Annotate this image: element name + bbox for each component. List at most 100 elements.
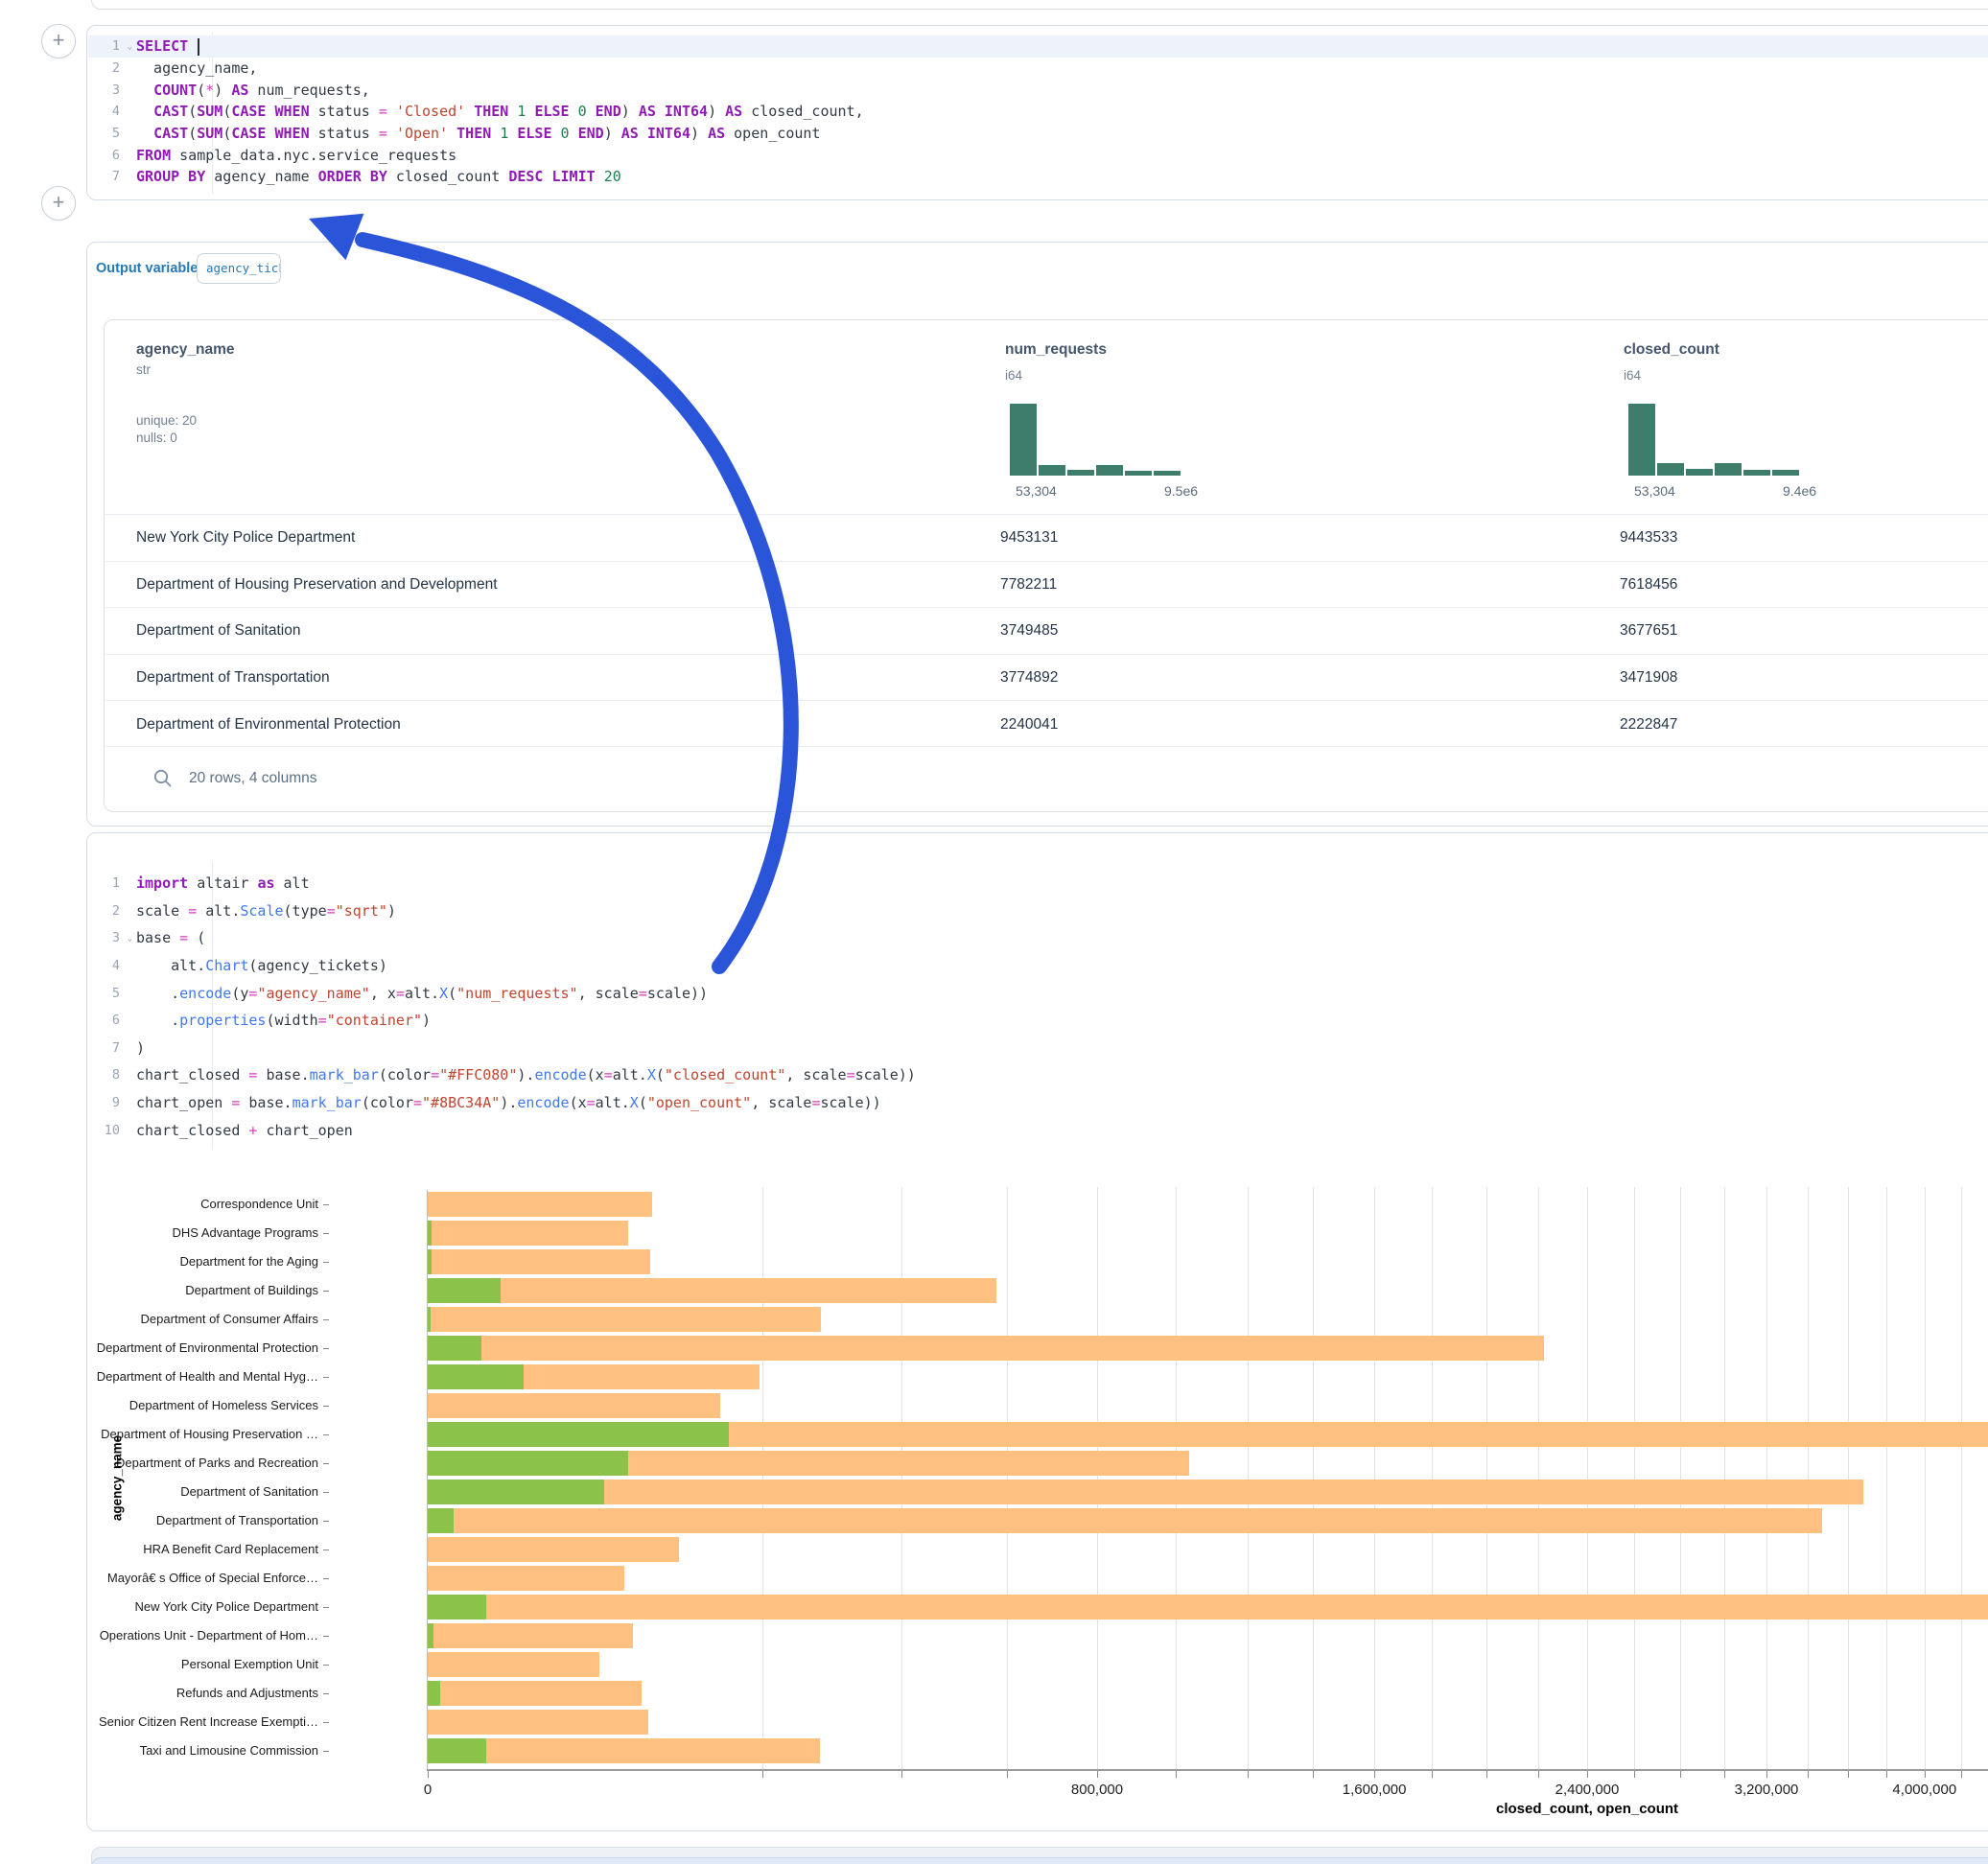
y-axis-domain-line: [427, 1190, 428, 1769]
bar-open-count: [428, 1278, 501, 1303]
x-axis-label: 0: [424, 1782, 432, 1798]
column-type: str: [136, 362, 235, 377]
table-row[interactable]: Department of Transportation377489234719…: [105, 654, 1988, 702]
y-axis-label: Senior Citizen Rent Increase Exempti…: [88, 1714, 318, 1729]
histogram-max-label: 9.4e6: [1783, 483, 1816, 499]
table-cell: 9453131: [1000, 529, 1058, 547]
code-line[interactable]: 2 agency_name,: [87, 58, 1988, 80]
sql-code-editor[interactable]: 1⌄SELECT 2 agency_name,3 COUNT(*) AS num…: [87, 35, 1988, 188]
table-cell: 3774892: [1000, 669, 1058, 687]
bar-open-count: [428, 1595, 486, 1619]
bar-open-count: [428, 1364, 524, 1389]
bar-closed-count: [428, 1508, 1822, 1533]
code-line[interactable]: 2scale = alt.Scale(type="sqrt"): [87, 897, 1988, 925]
bar-closed-count: [428, 1710, 648, 1735]
bar-closed-count: [428, 1652, 599, 1677]
y-axis-label: Department of Consumer Affairs: [88, 1312, 318, 1326]
code-text: agency_name,: [126, 59, 257, 77]
column-header-agency-name[interactable]: agency_name str unique: 20 nulls: 0: [136, 341, 235, 445]
search-icon[interactable]: [152, 768, 174, 789]
code-line[interactable]: 10chart_closed + chart_open: [87, 1116, 1988, 1144]
code-line[interactable]: 5 .encode(y="agency_name", x=alt.X("num_…: [87, 979, 1988, 1007]
bar-open-count: [428, 1221, 432, 1246]
fold-chevron-icon[interactable]: ⌄: [128, 42, 132, 52]
table-cell: New York City Police Department: [136, 529, 355, 547]
code-line[interactable]: 4 CAST(SUM(CASE WHEN status = 'Closed' T…: [87, 101, 1988, 123]
x-axis-label: 2,400,000: [1555, 1782, 1620, 1798]
code-text: alt.Chart(agency_tickets): [126, 957, 387, 974]
line-number: 4: [87, 104, 126, 119]
histogram-min-label: 53,304: [1016, 483, 1057, 499]
line-number: 3: [87, 82, 126, 98]
bar-closed-count: [428, 1595, 1988, 1619]
code-line[interactable]: 5 CAST(SUM(CASE WHEN status = 'Open' THE…: [87, 123, 1988, 145]
line-number: 3⌄: [87, 930, 126, 945]
fold-chevron-icon[interactable]: ⌄: [128, 934, 132, 944]
column-stat-nulls: nulls: 0: [136, 431, 235, 445]
bar-open-count: [428, 1508, 454, 1533]
line-number: 1: [87, 875, 126, 891]
code-text: SELECT: [126, 37, 199, 56]
add-cell-button[interactable]: +: [41, 24, 76, 58]
output-variable-value: agency_tickets: [198, 254, 281, 275]
output-variable-pill[interactable]: agency_tickets: [197, 253, 281, 284]
line-number: 1⌄: [87, 38, 126, 54]
code-text: .properties(width="container"): [126, 1012, 431, 1029]
bar-closed-count: [428, 1738, 820, 1763]
notebook-page: + + 1⌄SELECT 2 agency_name,3 COUNT(*) AS…: [0, 0, 1988, 1864]
table-footer: 20 rows, 4 columns: [105, 746, 1988, 811]
table-row[interactable]: New York City Police Department945313194…: [105, 514, 1988, 562]
bar-closed-count: [428, 1221, 628, 1246]
table-row-count: 20 rows, 4 columns: [189, 770, 317, 787]
table-cell: 3677651: [1620, 622, 1677, 640]
y-axis-label: Department of Buildings: [88, 1283, 318, 1297]
bar-closed-count: [428, 1192, 652, 1217]
bar-closed-count: [428, 1307, 821, 1332]
code-line[interactable]: 4 alt.Chart(agency_tickets): [87, 952, 1988, 980]
table-row[interactable]: Department of Sanitation37494853677651: [105, 607, 1988, 655]
x-axis-label: 800,000: [1071, 1782, 1123, 1798]
bar-closed-count: [428, 1393, 720, 1418]
code-line[interactable]: 8chart_closed = base.mark_bar(color="#FF…: [87, 1061, 1988, 1089]
code-line[interactable]: 6 .properties(width="container"): [87, 1007, 1988, 1035]
code-line[interactable]: 7): [87, 1035, 1988, 1062]
code-text: chart_closed = base.mark_bar(color="#FFC…: [126, 1066, 916, 1083]
x-axis-title: closed_count, open_count: [1496, 1801, 1678, 1817]
table-cell: Department of Housing Preservation and D…: [136, 576, 498, 594]
add-cell-button[interactable]: +: [41, 186, 76, 221]
column-title: num_requests: [1005, 341, 1107, 359]
num-requests-histogram: [1010, 404, 1181, 476]
code-line[interactable]: 6FROM sample_data.nyc.service_requests: [87, 144, 1988, 166]
line-number: 4: [87, 958, 126, 973]
bar-closed-count: [428, 1336, 1544, 1361]
table-cell: Department of Environmental Protection: [136, 716, 401, 734]
code-line[interactable]: 1import altair as alt: [87, 870, 1988, 897]
column-title: closed_count: [1624, 341, 1719, 359]
code-line[interactable]: 3 COUNT(*) AS num_requests,: [87, 79, 1988, 101]
y-axis-label: DHS Advantage Programs: [88, 1225, 318, 1240]
y-axis-label: Refunds and Adjustments: [88, 1686, 318, 1700]
x-axis-label: 4,000,000: [1892, 1782, 1956, 1798]
table-cell: 2240041: [1000, 716, 1058, 734]
column-type: i64: [1005, 368, 1022, 383]
code-line[interactable]: 7GROUP BY agency_name ORDER BY closed_co…: [87, 166, 1988, 188]
histogram-max-label: 9.5e6: [1164, 483, 1198, 499]
bar-open-count: [428, 1249, 432, 1274]
column-title: agency_name: [136, 341, 235, 359]
x-axis-label: 1,600,000: [1343, 1782, 1407, 1798]
results-table-card: agency_name str unique: 20 nulls: 0 num_…: [104, 319, 1988, 812]
previous-cell-edge: [91, 0, 1988, 10]
table-row[interactable]: Department of Housing Preservation and D…: [105, 561, 1988, 609]
bar-open-count: [428, 1623, 433, 1648]
y-axis-label: Correspondence Unit: [88, 1197, 318, 1211]
line-number: 7: [87, 1040, 126, 1056]
code-line[interactable]: 3⌄base = (: [87, 924, 1988, 952]
code-line[interactable]: 1⌄SELECT: [87, 35, 1988, 58]
table-row[interactable]: Department of Environmental Protection 22…: [105, 700, 1988, 748]
sql-cell-card: 1⌄SELECT 2 agency_name,3 COUNT(*) AS num…: [86, 25, 1988, 200]
bar-open-count: [428, 1451, 628, 1476]
code-line[interactable]: 9chart_open = base.mark_bar(color="#8BC3…: [87, 1089, 1988, 1117]
code-text: scale = alt.Scale(type="sqrt"): [126, 902, 396, 920]
python-code-editor[interactable]: 1import altair as alt2scale = alt.Scale(…: [87, 870, 1988, 1144]
y-axis-title: agency_name: [110, 1421, 125, 1536]
